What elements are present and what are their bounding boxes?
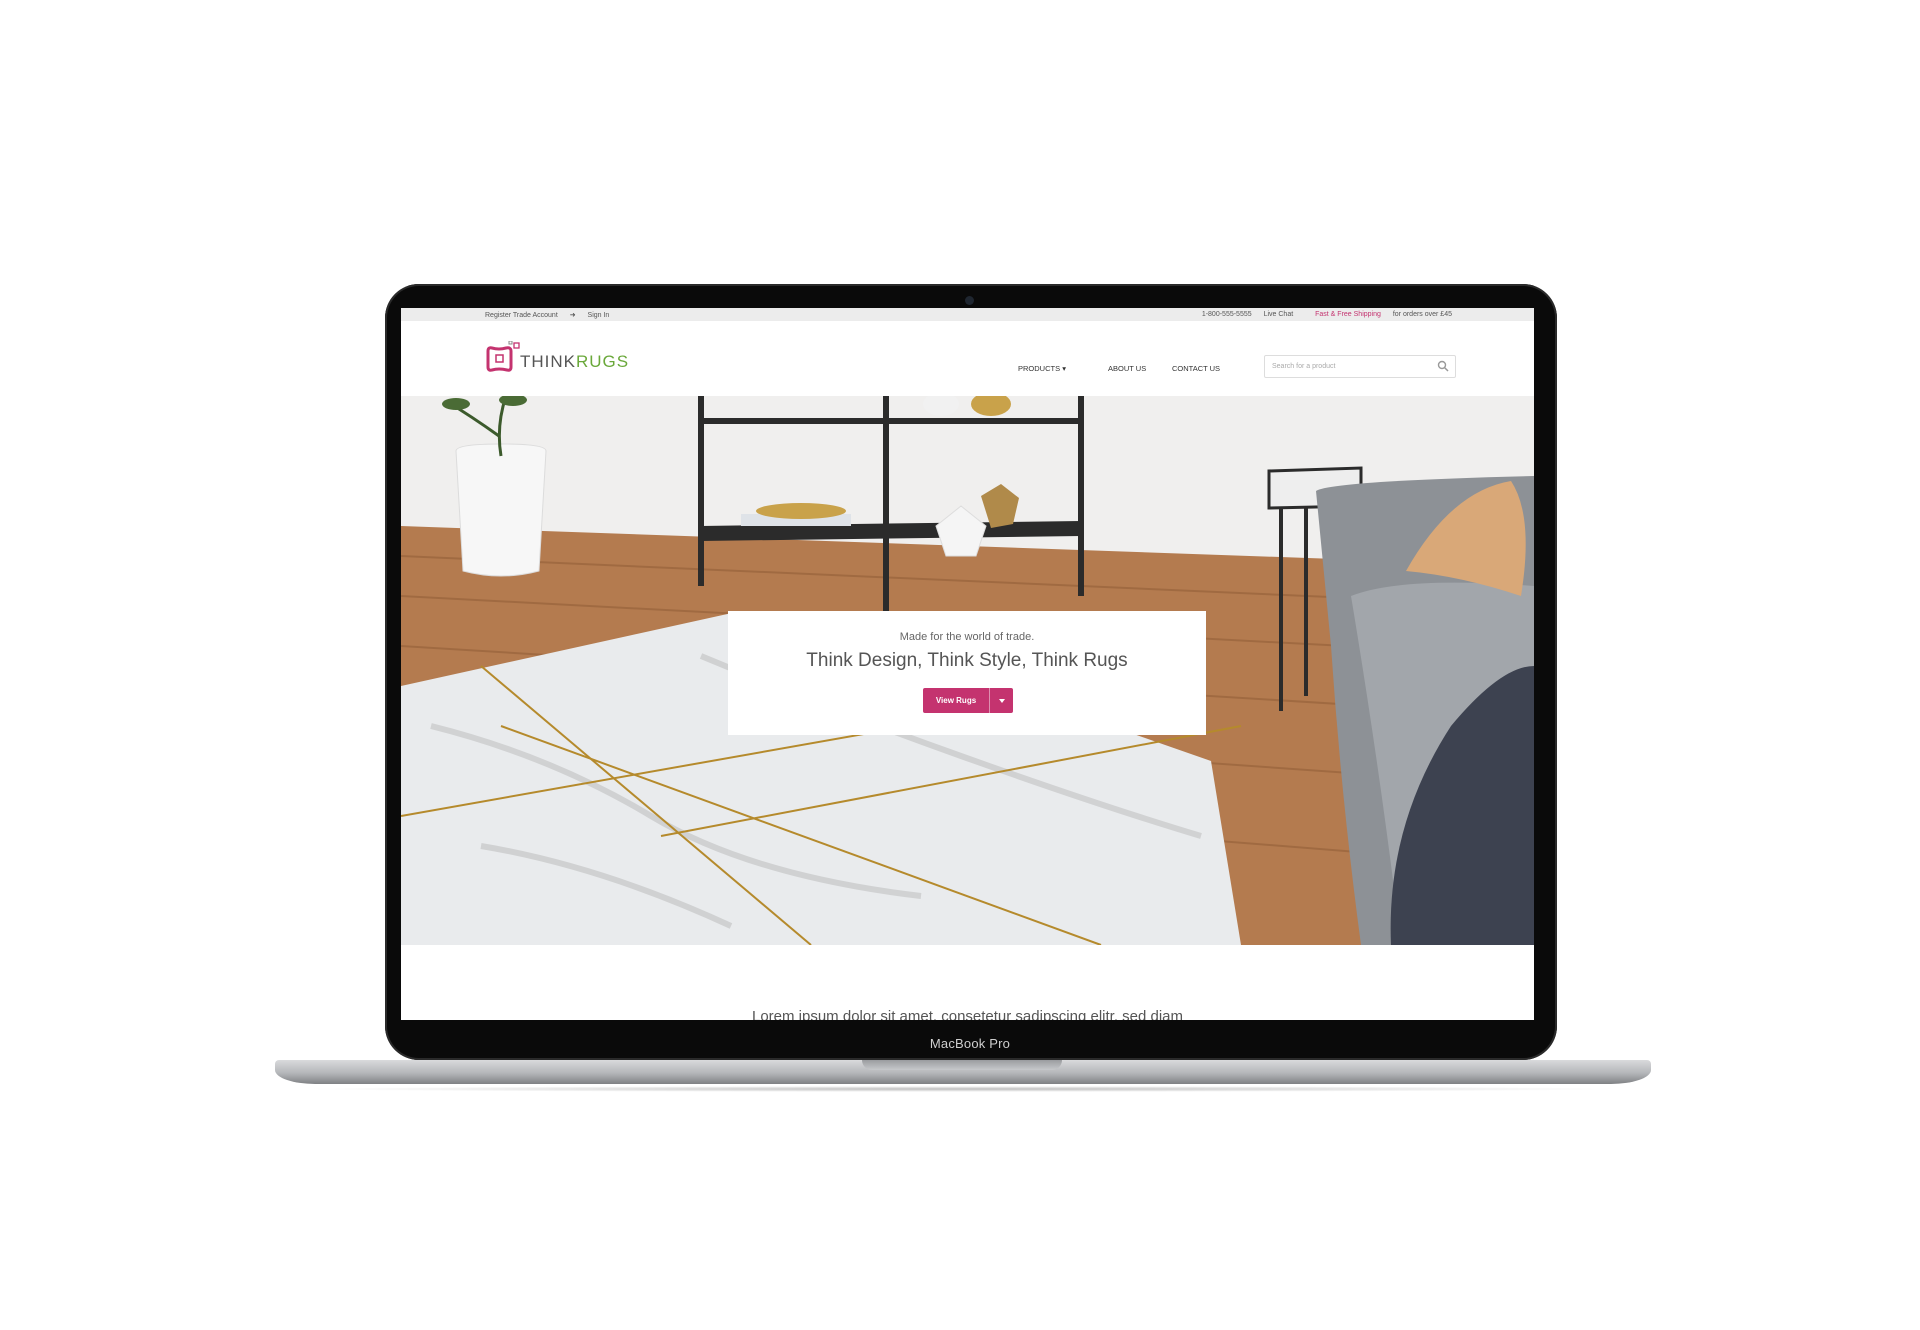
- search-placeholder: Search for a product: [1272, 363, 1336, 370]
- nav-about-us[interactable]: ABOUT US: [1108, 364, 1146, 373]
- laptop-shadow: [300, 1086, 1626, 1092]
- search-input[interactable]: Search for a product: [1264, 355, 1456, 378]
- device-label: MacBook Pro: [929, 1036, 1011, 1051]
- site-logo[interactable]: THINKRUGS: [484, 339, 654, 379]
- logo-wordmark: THINKRUGS: [520, 352, 630, 371]
- nav-contact-us[interactable]: CONTACT US: [1172, 364, 1220, 373]
- shipping-rest: for orders over £45: [1392, 311, 1452, 318]
- phone-number: 1-800-555-5555: [1201, 311, 1252, 318]
- view-rugs-split-button: View Rugs: [923, 688, 1013, 713]
- view-rugs-button[interactable]: View Rugs: [923, 696, 989, 705]
- logo-icon: [486, 341, 520, 372]
- chevron-down-icon: ▾: [1062, 364, 1066, 373]
- caret-down-icon[interactable]: [997, 696, 1007, 706]
- hero-subtitle: Made for the world of trade.: [899, 631, 1035, 643]
- register-trade-link[interactable]: Register Trade Account: [485, 312, 558, 319]
- hero-banner: Made for the world of trade. Think Desig…: [401, 396, 1534, 945]
- button-divider: [989, 688, 990, 713]
- utility-bar: Register Trade Account ➜ Sign In 1-800-5…: [401, 308, 1534, 321]
- nav-products[interactable]: PRODUCTS ▾: [1018, 364, 1066, 373]
- intro-text: Lorem ipsum dolor sit amet, consetetur s…: [751, 1008, 1184, 1020]
- hero-callout: Made for the world of trade. Think Desig…: [728, 611, 1206, 735]
- webcam: [965, 296, 974, 305]
- live-chat-link[interactable]: Live Chat: [1264, 311, 1294, 318]
- laptop-screen: Register Trade Account ➜ Sign In 1-800-5…: [401, 308, 1534, 1020]
- laptop-notch: [862, 1060, 1062, 1070]
- search-icon[interactable]: [1437, 360, 1449, 372]
- site-header: THINKRUGS PRODUCTS ▾ ABOUT US CONTACT US…: [401, 321, 1534, 395]
- shipping-highlight: Fast & Free Shipping: [1315, 311, 1381, 318]
- sign-in-icon: ➜: [569, 312, 578, 319]
- shipping-notice: Fast & Free Shipping for orders over £45: [1305, 311, 1452, 318]
- hero-title: Think Design, Think Style, Think Rugs: [806, 650, 1128, 671]
- sign-in-link[interactable]: ➜ Sign In: [570, 312, 620, 319]
